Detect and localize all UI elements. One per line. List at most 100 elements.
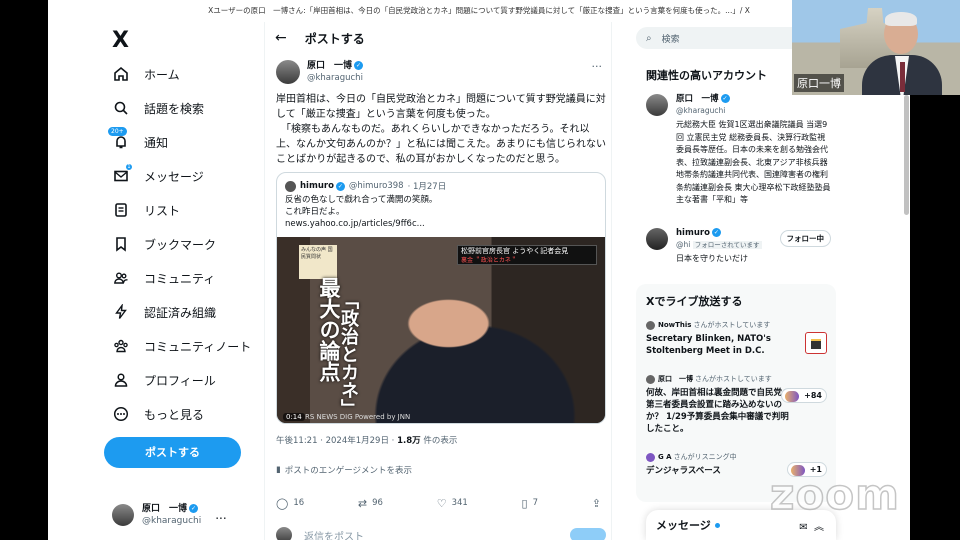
post-text: 岸田首相は、今日の「自民党政治とカネ」問題について質す野党議員に対 して「厳正な… — [276, 92, 606, 167]
author-name[interactable]: 原口 一博 — [307, 61, 352, 71]
space-thumbnail — [805, 332, 827, 354]
quote-author-handle: @himuro398 — [348, 181, 404, 191]
video-banner: みんなの声 国民質問状 — [299, 245, 337, 279]
post-text-line: 上、なんか文句あんのか？」と私には聞こえた。あまりにも信じられない — [276, 139, 606, 150]
nav-item-messages[interactable]: 1 メッセージ — [112, 162, 204, 190]
video-caption: RS NEWS DIG Powered by JNN — [305, 413, 411, 421]
webcam-video: 原口一博 — [792, 0, 960, 95]
person-hair — [885, 12, 917, 26]
post-button[interactable]: ポストする — [104, 437, 241, 468]
new-message-icon[interactable]: ✉ — [799, 522, 807, 533]
host-name: 原口 一博 — [658, 375, 693, 383]
like-button[interactable]: ♡ 341 — [437, 494, 468, 512]
reply-icon: ◯ — [276, 496, 289, 510]
like-count: 341 — [451, 498, 468, 508]
bookmark-button[interactable]: ▯ 7 — [522, 494, 538, 512]
nav-item-verified-orgs[interactable]: 認証済み組織 — [112, 298, 216, 326]
engagement-link[interactable]: ▮ ポストのエンゲージメントを表示 — [276, 464, 412, 476]
following-button[interactable]: フォロー中 — [779, 230, 831, 247]
related-account[interactable]: himuro ✓ @hi フォローされています 日本を守りたいだけ フォロー中 — [646, 228, 831, 266]
author-handle: @kharaguchi — [307, 73, 363, 83]
person-icon — [112, 371, 130, 389]
quote-link[interactable]: news.yahoo.co.jp/articles/9ff6c... — [285, 218, 437, 230]
back-arrow-icon[interactable]: ← — [275, 30, 287, 46]
avatar[interactable] — [276, 60, 300, 84]
post-text-line: して「厳正な捜査」という言葉を何度も使った。 — [276, 109, 496, 120]
nav-item-label: ホーム — [144, 67, 180, 82]
nav-item-label: もっと見る — [144, 407, 205, 422]
x-logo-icon[interactable]: X — [112, 28, 138, 54]
bookmark-icon: ▯ — [521, 496, 528, 510]
verified-badge-icon: ✓ — [354, 61, 364, 70]
live-space-item[interactable]: 原口 一博 さんがホストしています 何故、岸田首相は裏金問題で自民党の第三者委員会… — [646, 374, 831, 435]
window-title: Xユーザーの原口 一博さん:「岸田首相は、今日の「自民党政治とカネ」問題について… — [48, 0, 910, 22]
space-title: 何故、岸田首相は裏金問題で自民党の第三者委員会設置に踏み込めないのか？ 1/29… — [646, 388, 791, 434]
nav-item-label: 認証済み組織 — [144, 305, 217, 320]
reply-placeholder[interactable]: 返信をポスト — [304, 528, 364, 540]
account-switcher[interactable]: 原口 一博 ✓ @kharaguchi ... — [112, 500, 262, 530]
avatar — [646, 320, 655, 330]
scrollbar[interactable] — [904, 95, 909, 215]
right-sidebar: ⌕ 検索 関連性の高いアカウント 原口 一博 ✓ @kharaguchi 元総務大… — [636, 22, 846, 540]
verified-badge-icon: ✓ — [720, 94, 730, 103]
post-text-line: ことばかりが起きるので、私の耳がおかしくなったのだと思う。 — [276, 154, 565, 165]
live-space-item[interactable]: NowThis さんがホストしています Secretary Blinken, NA… — [646, 320, 831, 357]
nav-item-label: 通知 — [144, 135, 169, 150]
post-more-icon[interactable]: ··· — [592, 60, 603, 73]
video-duration: 0:14 — [283, 413, 305, 421]
avatar — [646, 452, 655, 462]
share-icon: ⇪ — [591, 496, 601, 510]
repost-icon: ⇄ — [357, 496, 368, 510]
nav-item-bookmarks[interactable]: ブックマーク — [112, 230, 216, 258]
video-player[interactable]: みんなの声 国民質問状 最大の論点 「政治とカネ」 松野前官房長官 ようやく記者… — [277, 237, 605, 423]
nav-item-notifications[interactable]: 20+ 通知 — [108, 127, 169, 156]
views-count: 1.8万 — [397, 436, 421, 446]
quoted-post[interactable]: himuro ✓ @himuro398 · 1月27日 反省の色なしで戯れ合って… — [276, 172, 606, 424]
nav-item-communities[interactable]: コミュニティ — [112, 264, 215, 292]
verified-badge-icon: ✓ — [711, 228, 721, 237]
post-text-line: 岸田首相は、今日の「自民党政治とカネ」問題について質す野党議員に対 — [276, 94, 606, 105]
share-button[interactable]: ⇪ — [592, 494, 606, 512]
account-bio: 元総務大臣 佐賀1区選出衆議院議員 当選9回 立憲民主党 総務委員長、決算行政監… — [676, 120, 839, 204]
quote-text-line: これ昨日だよ。 — [285, 207, 345, 217]
nav-item-profile[interactable]: プロフィール — [112, 366, 216, 394]
quote-text-line: 反省の色なしで戯れ合って満開の笑顔。 — [285, 195, 438, 205]
avatar — [646, 94, 668, 116]
nav-item-lists[interactable]: リスト — [112, 196, 180, 224]
video-title-small: 「政治とカネ」 — [338, 291, 359, 417]
avatar — [276, 527, 292, 540]
chevron-up-icon[interactable]: ︽ — [814, 522, 824, 533]
account-name: himuro — [676, 228, 710, 238]
nav-item-home[interactable]: ホーム — [112, 60, 180, 88]
avatar — [285, 180, 296, 192]
nav-item-more[interactable]: もっと見る — [112, 400, 204, 428]
reply-composer[interactable]: 返信をポスト — [276, 525, 606, 540]
zoom-watermark: zoom — [769, 469, 900, 520]
people-icon — [112, 269, 130, 287]
reply-button[interactable]: ◯ 16 — [276, 494, 304, 512]
account-name: 原口 一博 — [142, 504, 188, 514]
nav-item-explore[interactable]: 話題を検索 — [112, 94, 204, 122]
more-icon: ... — [215, 508, 227, 522]
engagement-label: ポストのエンゲージメントを表示 — [284, 466, 413, 476]
participant-name: 原口一博 — [794, 74, 844, 92]
bell-icon: 20+ — [108, 127, 130, 151]
live-title: Xでライブ放送する — [646, 295, 743, 308]
post-meta: 午後11:21 · 2024年1月29日 · 1.8万 件の表示 — [276, 434, 457, 446]
listener-count: +84 — [781, 388, 827, 403]
nav-item-label: コミュニティ — [144, 271, 216, 286]
host-name: NowThis — [658, 321, 692, 329]
account-bio: 日本を守りたいだけ — [676, 254, 748, 263]
space-title: Secretary Blinken, NATO's Stoltenberg Me… — [646, 334, 771, 356]
post-timestamp[interactable]: 午後11:21 · 2024年1月29日 · — [276, 436, 397, 446]
notification-badge: 20+ — [108, 127, 127, 136]
nav-item-community-notes[interactable]: コミュニティノート — [112, 332, 251, 360]
quote-date: · 1月27日 — [407, 182, 447, 192]
lightning-icon — [112, 303, 130, 321]
search-placeholder: 検索 — [661, 34, 680, 45]
repost-count: 96 — [372, 498, 383, 508]
reply-submit-button[interactable] — [570, 528, 606, 540]
host-label: さんがリスニング中 — [673, 453, 737, 461]
repost-button[interactable]: ⇄ 96 — [358, 494, 383, 512]
related-account[interactable]: 原口 一博 ✓ @kharaguchi 元総務大臣 佐賀1区選出衆議院議員 当選9… — [646, 94, 839, 207]
